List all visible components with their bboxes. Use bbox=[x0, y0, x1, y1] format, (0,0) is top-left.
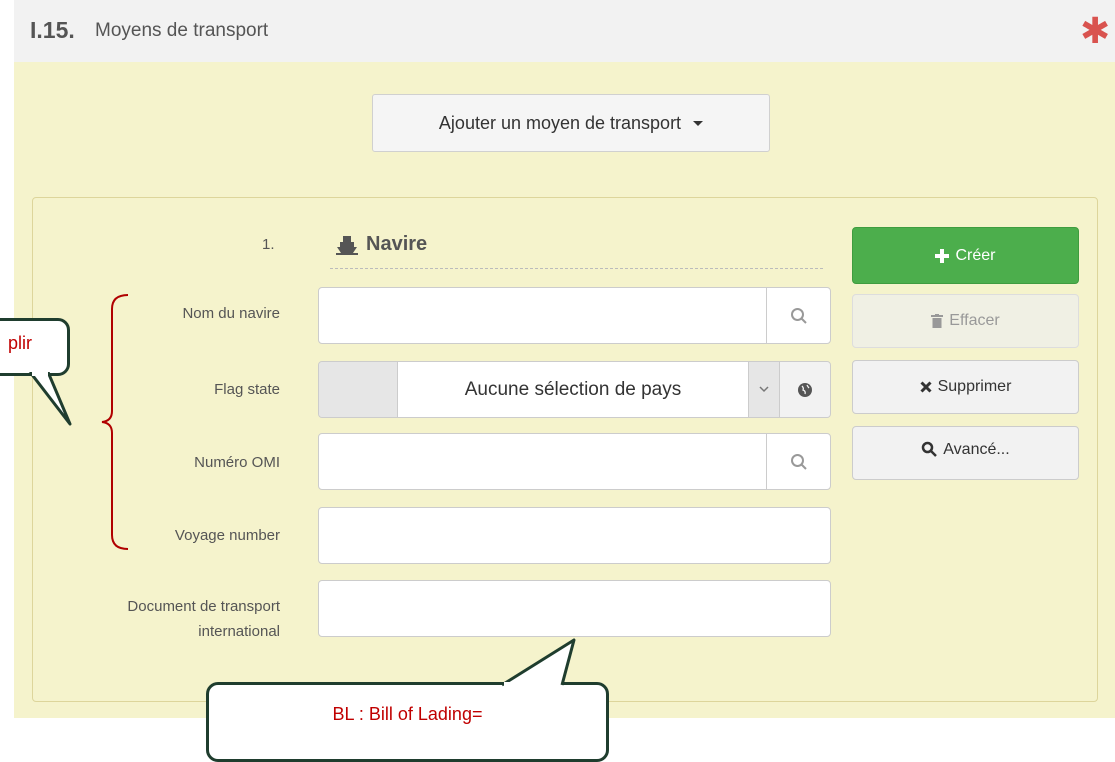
bottom-callout-text: BL : Bill of Lading= bbox=[332, 704, 483, 724]
left-callout-text: plir bbox=[8, 333, 33, 353]
add-transport-button[interactable]: Ajouter un moyen de transport bbox=[372, 94, 770, 152]
advanced-label: Avancé... bbox=[943, 441, 1010, 458]
transport-type: Navire bbox=[336, 233, 427, 256]
ship-name-group bbox=[318, 287, 831, 344]
imo-number-input[interactable] bbox=[319, 434, 766, 489]
ship-icon bbox=[336, 235, 358, 255]
search-icon bbox=[790, 453, 807, 470]
ship-name-search-button[interactable] bbox=[766, 288, 830, 343]
imo-number-group bbox=[318, 433, 831, 490]
transport-doc-input[interactable] bbox=[318, 580, 831, 637]
voyage-number-input[interactable] bbox=[318, 507, 831, 564]
left-callout-tail bbox=[28, 372, 72, 426]
clear-label: Effacer bbox=[949, 312, 1000, 329]
create-button[interactable]: Créer bbox=[852, 227, 1079, 284]
voyage-number-label: Voyage number bbox=[174, 527, 280, 544]
transport-doc-label-line2: international bbox=[198, 623, 280, 640]
flag-state-dropdown-button[interactable] bbox=[748, 362, 779, 417]
search-icon bbox=[790, 307, 807, 324]
advanced-search-button[interactable]: Avancé... bbox=[852, 426, 1079, 480]
flag-preview bbox=[319, 362, 398, 417]
imo-number-search-button[interactable] bbox=[766, 434, 830, 489]
flag-state-group: Aucune sélection de pays bbox=[318, 361, 831, 418]
section-title: Moyens de transport bbox=[95, 20, 269, 41]
transport-type-label: Navire bbox=[366, 233, 428, 255]
add-transport-label: Ajouter un moyen de transport bbox=[438, 112, 682, 133]
chevron-down-icon bbox=[759, 386, 769, 393]
item-number: 1. bbox=[262, 236, 275, 253]
flag-state-label: Flag state bbox=[214, 381, 280, 398]
ship-name-input[interactable] bbox=[319, 288, 766, 343]
section-code: I.15. bbox=[30, 17, 75, 43]
flag-state-select[interactable]: Aucune sélection de pays bbox=[398, 362, 748, 417]
search-icon bbox=[922, 441, 938, 457]
type-divider bbox=[330, 268, 823, 269]
caret-down-icon bbox=[693, 120, 704, 126]
plus-icon bbox=[935, 248, 950, 263]
delete-label: Supprimer bbox=[937, 378, 1012, 395]
country-globe-button[interactable] bbox=[779, 362, 830, 417]
required-star-icon: ✱ bbox=[1080, 10, 1111, 51]
transport-doc-label-line1: Document de transport bbox=[127, 598, 280, 615]
close-icon bbox=[920, 381, 932, 393]
delete-button[interactable]: Supprimer bbox=[852, 360, 1079, 414]
bottom-callout-tail bbox=[501, 638, 576, 688]
create-label: Créer bbox=[955, 246, 996, 264]
annotation-bracket bbox=[101, 294, 129, 550]
clear-button[interactable]: Effacer bbox=[852, 294, 1079, 348]
imo-number-label: Numéro OMI bbox=[194, 454, 280, 471]
trash-icon bbox=[931, 314, 944, 328]
globe-icon bbox=[798, 382, 812, 397]
ship-name-label: Nom du navire bbox=[182, 305, 280, 322]
